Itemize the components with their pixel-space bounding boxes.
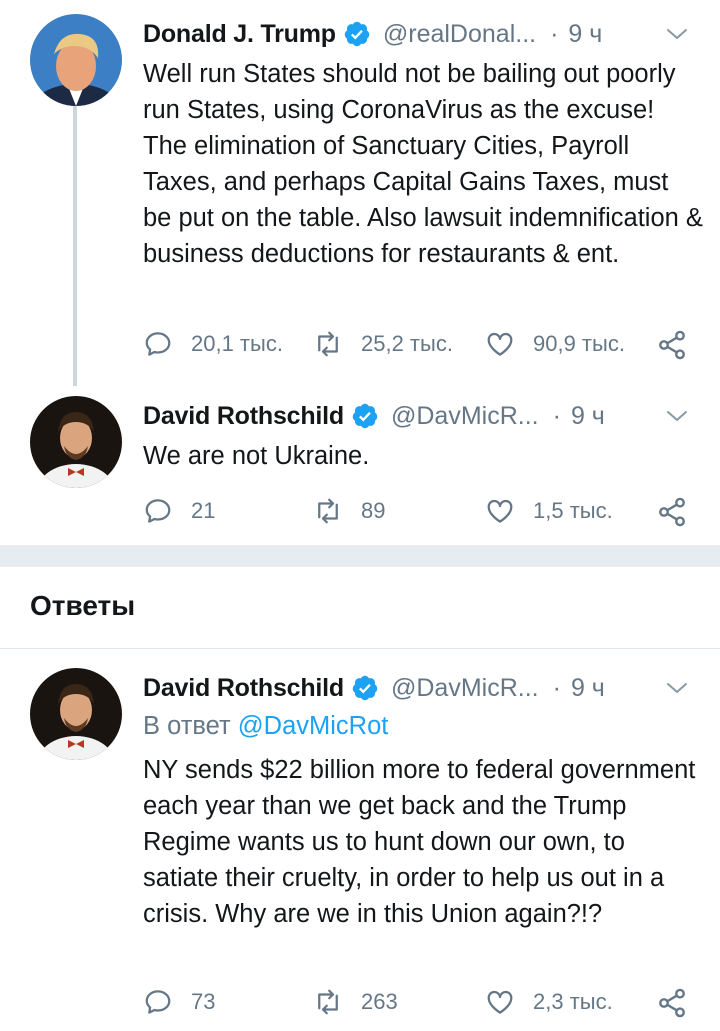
retweet-button[interactable]: 25,2 тыс. (313, 326, 453, 362)
timestamp[interactable]: 9 ч (568, 20, 602, 49)
divider (0, 648, 720, 649)
thread-line (73, 106, 77, 386)
share-icon[interactable] (656, 987, 688, 1019)
timestamp[interactable]: 9 ч (571, 402, 605, 431)
author-name[interactable]: Donald J. Trump (143, 20, 336, 49)
chevron-down-icon[interactable] (665, 676, 689, 700)
like-count: 2,3 тыс. (533, 989, 613, 1014)
timestamp[interactable]: 9 ч (571, 674, 605, 703)
author-handle[interactable]: @DavMicR... (391, 402, 539, 431)
reply-count: 20,1 тыс. (191, 331, 283, 356)
retweet-button[interactable]: 89 (313, 493, 385, 529)
verified-badge-icon (352, 403, 378, 429)
tweet-text: NY sends $22 billion more to federal gov… (143, 756, 696, 928)
reply-context: В ответ @DavMicRot (143, 712, 388, 741)
reply-button[interactable]: 20,1 тыс. (143, 326, 283, 362)
like-button[interactable]: 2,3 тыс. (485, 984, 613, 1020)
separator-dot: · (552, 673, 561, 702)
tweet-text: Well run States should not be bailing ou… (143, 60, 703, 268)
heart-icon (487, 499, 513, 523)
retweet-icon (318, 989, 338, 1015)
avatar[interactable] (30, 14, 122, 106)
reply-icon (145, 990, 171, 1014)
author-handle[interactable]: @DavMicR... (391, 674, 539, 703)
chevron-down-icon[interactable] (665, 404, 689, 428)
reply-icon (145, 499, 171, 523)
tweet-actions: 20,1 тыс. 25,2 тыс. 90,9 тыс. (143, 326, 703, 362)
verified-badge-icon (344, 21, 370, 47)
chevron-down-icon[interactable] (665, 22, 689, 46)
reply-icon (145, 332, 171, 356)
section-separator (0, 545, 720, 567)
avatar[interactable] (30, 668, 122, 760)
like-button[interactable]: 90,9 тыс. (485, 326, 625, 362)
retweet-count: 25,2 тыс. (361, 331, 453, 356)
avatar[interactable] (30, 396, 122, 488)
share-icon[interactable] (656, 329, 688, 361)
reply-to-label: В ответ (143, 712, 231, 740)
share-icon[interactable] (656, 496, 688, 528)
replies-heading: Ответы (30, 590, 136, 621)
tweet-actions: 21 89 1,5 тыс. (143, 493, 703, 529)
separator-dot: · (552, 401, 561, 430)
reply-count: 21 (191, 498, 216, 523)
tweet-text: We are not Ukraine. (143, 442, 370, 470)
retweet-count: 89 (361, 498, 386, 523)
separator-dot: · (550, 19, 559, 48)
tweet-header: David Rothschild @DavMicR... · 9 ч (143, 396, 703, 436)
reply-count: 73 (191, 989, 216, 1014)
tweet-header: David Rothschild @DavMicR... · 9 ч (143, 668, 703, 708)
reply-button[interactable]: 21 (143, 493, 215, 529)
reply-to-mention[interactable]: @DavMicRot (238, 712, 389, 740)
retweet-button[interactable]: 263 (313, 984, 398, 1020)
retweet-count: 263 (361, 989, 398, 1014)
verified-badge-icon (352, 675, 378, 701)
like-button[interactable]: 1,5 тыс. (485, 493, 613, 529)
reply-button[interactable]: 73 (143, 984, 215, 1020)
heart-icon (487, 332, 513, 356)
tweet-header: Donald J. Trump @realDonal... · 9 ч (143, 14, 703, 54)
like-count: 90,9 тыс. (533, 331, 625, 356)
heart-icon (487, 990, 513, 1014)
author-name[interactable]: David Rothschild (143, 674, 344, 703)
author-name[interactable]: David Rothschild (143, 402, 344, 431)
like-count: 1,5 тыс. (533, 498, 613, 523)
author-handle[interactable]: @realDonal... (383, 20, 536, 49)
retweet-icon (318, 498, 338, 524)
tweet-actions: 73 263 2,3 тыс. (143, 984, 703, 1020)
retweet-icon (318, 331, 338, 357)
